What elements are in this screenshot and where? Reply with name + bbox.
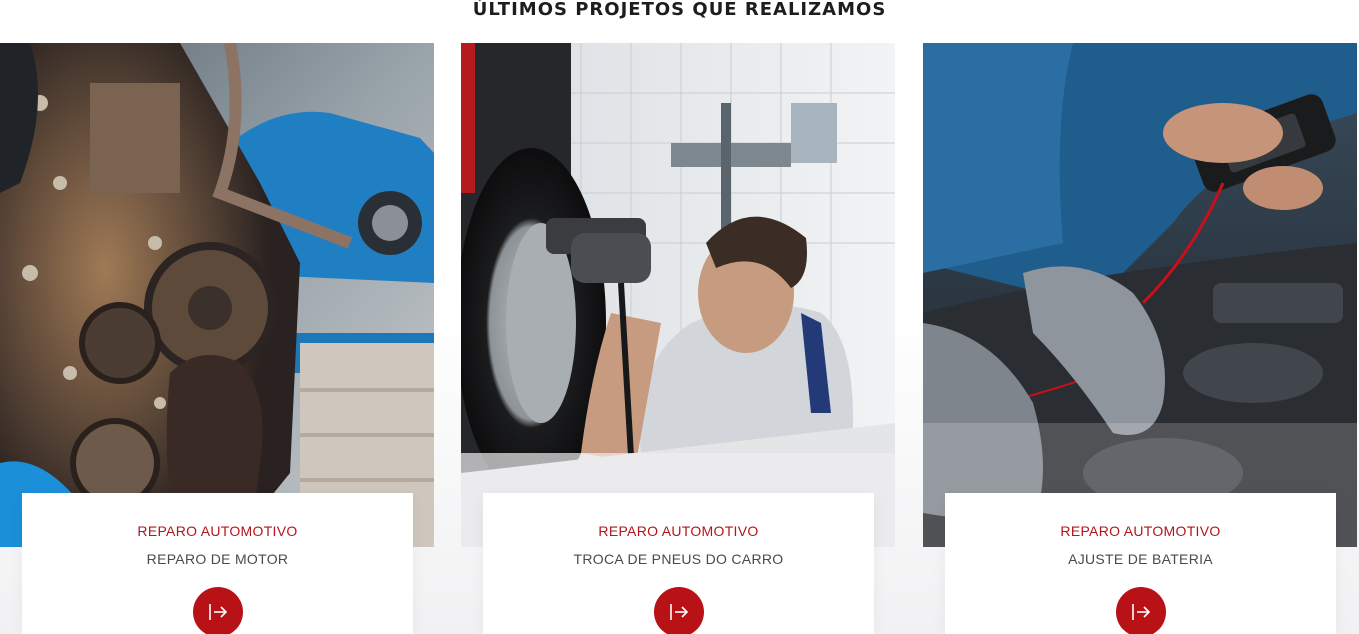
open-project-button[interactable] [192, 587, 243, 634]
battery-adjust-photo [923, 43, 1357, 547]
project-category: REPARO AUTOMOTIVO [598, 523, 759, 539]
project-title[interactable]: TROCA DE PNEUS DO CARRO [483, 551, 874, 567]
project-title[interactable]: REPARO DE MOTOR [22, 551, 413, 567]
arrow-right-icon [208, 604, 227, 620]
section-title: ÚLTIMOS PROJETOS QUE REALIZAMOS [472, 0, 887, 20]
open-project-button[interactable] [653, 587, 704, 634]
project-card-tire-change: REPARO AUTOMOTIVO TROCA DE PNEUS DO CARR… [461, 43, 895, 634]
arrow-right-icon [669, 604, 688, 620]
project-card-info: REPARO AUTOMOTIVO REPARO DE MOTOR [22, 493, 413, 634]
project-card-info: REPARO AUTOMOTIVO AJUSTE DE BATERIA [945, 493, 1336, 634]
project-category: REPARO AUTOMOTIVO [1060, 523, 1221, 539]
engine-repair-photo [0, 43, 434, 547]
open-project-button[interactable] [1115, 587, 1166, 634]
projects-section: ÚLTIMOS PROJETOS QUE REALIZAMOS REPARO A… [0, 0, 1359, 634]
project-card-engine-repair: REPARO AUTOMOTIVO REPARO DE MOTOR [0, 43, 434, 634]
project-card-info: REPARO AUTOMOTIVO TROCA DE PNEUS DO CARR… [483, 493, 874, 634]
project-title[interactable]: AJUSTE DE BATERIA [945, 551, 1336, 567]
tire-change-photo [461, 43, 895, 547]
project-card-battery-adjust: REPARO AUTOMOTIVO AJUSTE DE BATERIA [923, 43, 1357, 634]
arrow-right-icon [1131, 604, 1150, 620]
project-category: REPARO AUTOMOTIVO [137, 523, 298, 539]
